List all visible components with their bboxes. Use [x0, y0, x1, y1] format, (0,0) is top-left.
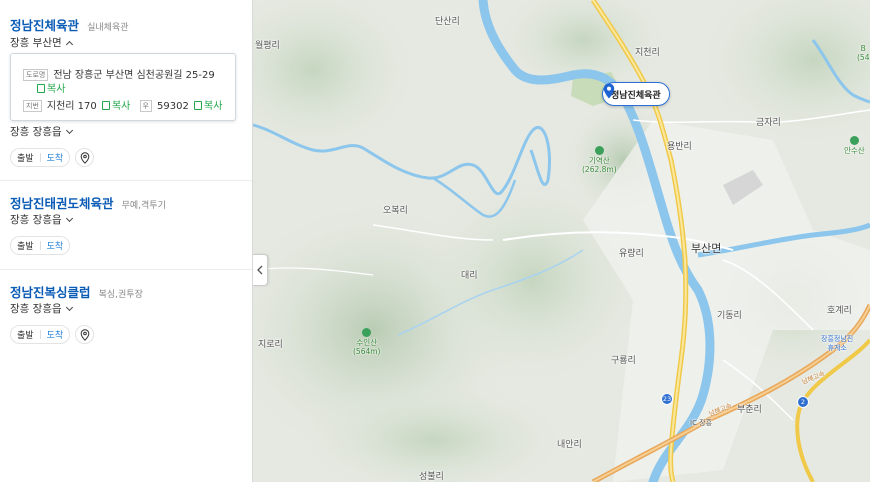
map-label-gidong: 기동리 [717, 311, 742, 321]
result-category: 복싱,권투장 [98, 290, 143, 300]
result-region: 장흥 부산면 [10, 37, 62, 49]
map-label-busanmyeon: 부산면 [691, 242, 722, 255]
result-item-2[interactable]: 장흥 장흥읍 출발 도착 [0, 120, 252, 181]
depart-button[interactable]: 출발 [17, 328, 34, 341]
divider [39, 153, 41, 162]
map-label-daeri: 대리 [461, 271, 478, 281]
map-label-danshan: 단산리 [435, 17, 460, 27]
chevron-down-icon [65, 126, 73, 135]
copy-label: 복사 [111, 101, 131, 112]
route-shield: 2 [797, 396, 809, 408]
result-name[interactable]: 정남진복싱클럽 [10, 285, 91, 300]
peak-height: (564m) [353, 347, 381, 356]
depart-button[interactable]: 출발 [17, 239, 34, 252]
road-address-copy-row: 복사 [35, 80, 65, 95]
result-region-toggle[interactable]: 장흥 부산면 [10, 35, 73, 50]
peak-name: 수인산 [356, 338, 378, 347]
route-shield: 23 [661, 393, 673, 405]
map-label-naeanri: 내안리 [557, 440, 582, 450]
peak-name: 안수산 [844, 146, 865, 155]
marker-label: 정남진체육관 [611, 90, 661, 101]
route-buttons: 출발 도착 [10, 148, 71, 167]
copy-icon [194, 101, 202, 110]
map-pin-icon [80, 151, 89, 164]
map-label-rest-area: 장흥정남진 휴게소 [821, 335, 854, 352]
copy-label: 복사 [47, 84, 66, 95]
copy-label: 복사 [204, 101, 223, 112]
result-category: 실내체육관 [87, 23, 129, 33]
selected-place-marker[interactable]: 정남진체육관 [602, 82, 670, 106]
map-peak: 수인산 (564m) [353, 328, 380, 356]
map-canvas[interactable]: 단산리 지천리 월평리 오복리 대리 유량리 부산면 용반리 금자리 기동리 호… [253, 0, 870, 482]
copy-icon [37, 84, 45, 93]
result-region-toggle[interactable]: 장흥 장흥읍 [10, 124, 73, 139]
jibun-address-row: 지번 지천리 170 복사 우 59302 복사 [23, 97, 222, 112]
copy-zip-button[interactable]: 복사 [194, 101, 222, 112]
result-item-3[interactable]: 정남진태권도체육관 무예,격투기 장흥 장흥읍 출발 도착 [0, 181, 252, 270]
peak-name: 기역산 [588, 156, 610, 165]
jibun-tag: 지번 [23, 100, 42, 112]
result-item-4[interactable]: 정남진복싱클럽 복싱,권투장 장흥 장흥읍 출발 도착 [0, 270, 252, 360]
map-pin-button[interactable] [75, 148, 95, 167]
result-region: 장흥 장흥읍 [10, 126, 62, 138]
map-pin-button[interactable] [75, 325, 95, 344]
map-label-hogye: 호계리 [827, 306, 852, 316]
arrive-button[interactable]: 도착 [47, 328, 64, 341]
map-marker-icon [603, 83, 615, 99]
mountain-icon [849, 136, 859, 145]
map-label-geumjari: 금자리 [756, 118, 781, 128]
road-address: 전남 장흥군 부산면 심천공원길 25-29 [53, 70, 215, 81]
map-label-yuryang: 유량리 [619, 249, 644, 259]
peak-height: (54 [857, 53, 870, 62]
map-peak: 안수산 [844, 136, 865, 155]
map-label-seongbul: 성불리 [419, 472, 444, 482]
result-region-toggle[interactable]: 장흥 장흥읍 [10, 212, 73, 227]
map-label-guryong: 구룡리 [611, 356, 636, 366]
result-category: 무예,격투기 [121, 201, 166, 211]
arrive-button[interactable]: 도착 [47, 239, 64, 252]
chevron-down-icon [65, 303, 73, 312]
arrive-button[interactable]: 도착 [47, 151, 64, 164]
map-label-jiro: 지로리 [258, 340, 283, 350]
mountain-icon [594, 146, 604, 155]
map-label-buchun: 부춘리 [737, 405, 762, 415]
map-peak: 기역산 (262.8m) [582, 146, 617, 174]
peak-height: (262.8m) [582, 165, 617, 174]
map-peak: B (54 [857, 44, 869, 62]
mountain-icon [362, 328, 372, 337]
result-region: 장흥 장흥읍 [10, 214, 62, 226]
address-popover: 도로명 전남 장흥군 부산면 심천공원길 25-29 복사 지번 지천리 170 복… [10, 53, 236, 121]
chevron-up-icon [65, 40, 73, 49]
zip-tag: 우 [139, 100, 152, 112]
road-address-row: 도로명 전남 장흥군 부산면 심천공원길 25-29 [23, 66, 215, 81]
result-region-toggle[interactable]: 장흥 장흥읍 [10, 301, 73, 316]
map-label-yongban: 용반리 [667, 142, 692, 152]
jibun-address: 지천리 170 [46, 101, 97, 112]
peak-name: B [860, 44, 866, 53]
divider [39, 241, 41, 250]
map-label-jicheon: 지천리 [635, 48, 660, 58]
collapse-panel-button[interactable] [253, 254, 268, 286]
divider [39, 330, 41, 339]
chevron-down-icon [65, 214, 73, 223]
map-label-obokri: 오복리 [383, 206, 408, 216]
result-region: 장흥 장흥읍 [10, 303, 62, 315]
result-name[interactable]: 정남진체육관 [10, 18, 79, 33]
copy-icon [101, 101, 110, 110]
map-pin-icon [80, 328, 89, 341]
result-name[interactable]: 정남진태권도체육관 [10, 196, 114, 211]
route-buttons: 출발 도착 [10, 325, 71, 344]
map-terrain [253, 0, 870, 482]
search-results-panel: 정남진체육관 실내체육관 장흥 부산면 장흥 장흥읍 출발 도착 정남진태권도체… [0, 0, 253, 482]
copy-road-address-button[interactable]: 복사 [37, 84, 65, 95]
map-label-wolpyeong: 월평리 [255, 41, 280, 51]
chevron-left-icon [257, 265, 263, 275]
depart-button[interactable]: 출발 [17, 151, 34, 164]
zip-code: 59302 [157, 101, 189, 112]
copy-jibun-address-button[interactable]: 복사 [101, 101, 131, 112]
map-label-ic: IC 장흥 [690, 419, 713, 427]
route-buttons: 출발 도착 [10, 236, 71, 255]
